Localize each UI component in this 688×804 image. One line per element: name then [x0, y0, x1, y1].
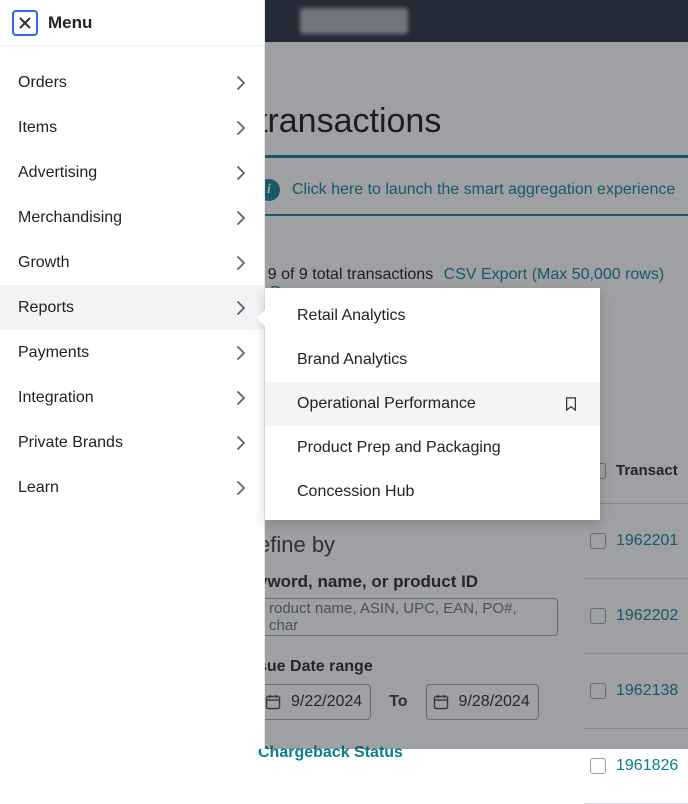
chevron-right-icon — [236, 256, 246, 270]
menu-item-merchandising[interactable]: Merchandising — [0, 195, 264, 240]
info-text: Click here to launch the smart aggregati… — [292, 181, 675, 199]
menu-item-learn[interactable]: Learn — [0, 465, 264, 510]
submenu-item-brand-analytics[interactable]: Brand Analytics — [265, 338, 600, 382]
row-checkbox[interactable] — [590, 683, 606, 699]
menu-item-payments[interactable]: Payments — [0, 330, 264, 375]
search-input[interactable]: roduct name, ASIN, UPC, EAN, PO#, char — [258, 598, 558, 636]
bookmark-icon[interactable] — [564, 397, 578, 411]
table-row[interactable]: 1962202 — [584, 579, 688, 654]
table-row[interactable]: 1961826 — [584, 729, 688, 804]
close-button[interactable] — [12, 10, 38, 36]
submenu-item-label: Concession Hub — [297, 483, 414, 501]
menu-item-label: Private Brands — [18, 434, 123, 452]
chevron-right-icon — [236, 436, 246, 450]
date-to-input[interactable]: 9/28/2024 — [426, 684, 539, 720]
divider — [258, 155, 688, 158]
to-label: To — [389, 693, 407, 711]
chevron-right-icon — [236, 481, 246, 495]
submenu-item-concession-hub[interactable]: Concession Hub — [265, 470, 600, 514]
menu-item-items[interactable]: Items — [0, 105, 264, 150]
menu-item-label: Reports — [18, 299, 74, 317]
menu-item-label: Orders — [18, 74, 67, 92]
menu-item-reports[interactable]: Reports — [0, 285, 264, 330]
menu-item-label: Advertising — [18, 164, 97, 182]
reports-submenu: Retail Analytics Brand Analytics Operation… — [265, 288, 600, 520]
menu-title: Menu — [48, 13, 92, 33]
page-title: transactions — [258, 102, 688, 141]
submenu-item-label: Product Prep and Packaging — [297, 439, 501, 457]
menu-item-private-brands[interactable]: Private Brands — [0, 420, 264, 465]
count-text: - 9 of 9 total transactions — [258, 266, 433, 283]
menu-item-label: Payments — [18, 344, 89, 362]
menu-item-label: Growth — [18, 254, 70, 272]
csv-export-link[interactable]: CSV Export (Max 50,000 rows) — [444, 266, 665, 283]
submenu-item-label: Retail Analytics — [297, 307, 406, 325]
menu-item-integration[interactable]: Integration — [0, 375, 264, 420]
close-icon — [18, 16, 32, 30]
menu-item-label: Items — [18, 119, 57, 137]
submenu-item-label: Brand Analytics — [297, 351, 407, 369]
submenu-item-label: Operational Performance — [297, 395, 476, 413]
menu-item-growth[interactable]: Growth — [0, 240, 264, 285]
chevron-right-icon — [236, 211, 246, 225]
date-from-input[interactable]: 9/22/2024 — [258, 684, 371, 720]
calendar-icon — [433, 694, 449, 710]
chevron-right-icon — [236, 346, 246, 360]
chevron-right-icon — [236, 121, 246, 135]
row-checkbox[interactable] — [590, 758, 606, 774]
chevron-right-icon — [236, 166, 246, 180]
chevron-right-icon — [236, 391, 246, 405]
menu-item-label: Learn — [18, 479, 59, 497]
submenu-item-product-prep-and-packaging[interactable]: Product Prep and Packaging — [265, 426, 600, 470]
side-menu: Menu Orders Items Advertising Merchandising… — [0, 0, 265, 749]
menu-item-advertising[interactable]: Advertising — [0, 150, 264, 195]
submenu-item-operational-performance[interactable]: Operational Performance — [265, 382, 600, 426]
menu-item-label: Merchandising — [18, 209, 122, 227]
submenu-item-retail-analytics[interactable]: Retail Analytics — [265, 294, 600, 338]
menu-item-orders[interactable]: Orders — [0, 60, 264, 105]
chevron-right-icon — [236, 76, 246, 90]
calendar-icon — [265, 694, 281, 710]
divider — [258, 214, 688, 216]
row-checkbox[interactable] — [590, 533, 606, 549]
row-checkbox[interactable] — [590, 608, 606, 624]
chevron-right-icon — [236, 301, 246, 315]
marketplace-chip[interactable] — [300, 8, 408, 34]
menu-item-label: Integration — [18, 389, 94, 407]
info-bar[interactable]: i Click here to launch the smart aggrega… — [258, 170, 688, 210]
table-row[interactable]: 1962138 — [584, 654, 688, 729]
